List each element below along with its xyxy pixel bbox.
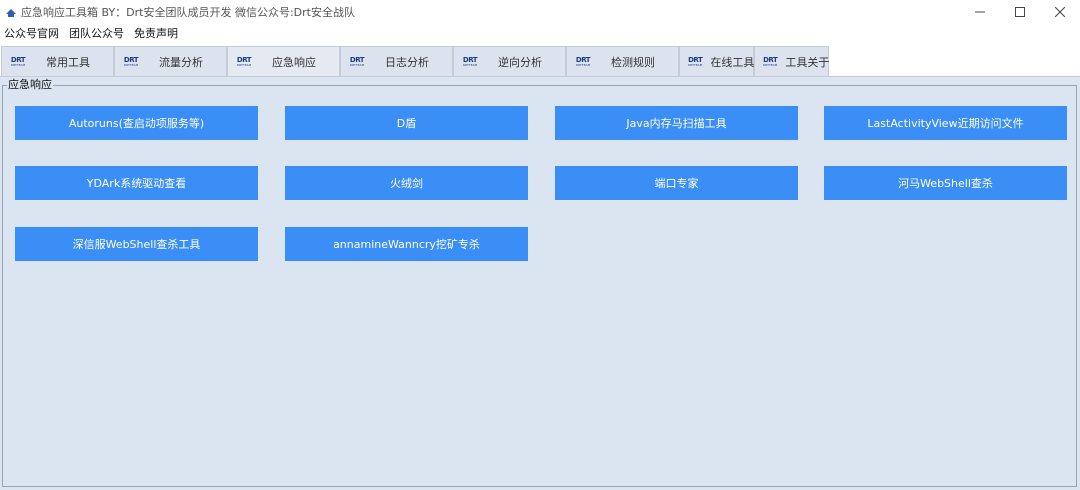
hema-webshell-button[interactable]: 河马WebShell查杀 [824,166,1067,200]
minimize-button[interactable] [960,0,1000,24]
tab-online-tools[interactable]: DRT DRTTEAM 在线工具 [679,46,754,76]
drt-logo-icon: DRT DRTTEAM [236,55,252,67]
tab-label: 检测规则 [611,55,655,69]
tab-label: 日志分析 [385,55,429,69]
drt-logo-icon: DRT DRTTEAM [10,55,26,67]
maximize-icon [1015,7,1025,17]
close-button[interactable] [1040,0,1080,24]
incident-response-group: 应急响应 Autoruns(查启动项服务等) D盾 Java内存马扫描工具 La… [2,79,1077,487]
java-memshell-scanner-button[interactable]: Java内存马扫描工具 [555,106,798,140]
close-icon [1055,7,1065,17]
lastactivityview-button[interactable]: LastActivityView近期访问文件 [824,106,1067,140]
tab-common-tools[interactable]: DRT DRTTEAM 常用工具 [1,46,114,76]
drt-logo-icon: DRT DRTTEAM [123,55,139,67]
menu-official-site[interactable]: 公众号官网 [4,25,59,41]
window-title: 应急响应工具箱 BY：Drt安全团队成员开发 微信公众号:Drt安全战队 [21,6,355,19]
sangfor-webshell-button[interactable]: 深信服WebShell查杀工具 [15,227,258,261]
menu-bar: 公众号官网 团队公众号 免责声明 [0,24,1080,42]
menu-disclaimer[interactable]: 免责声明 [134,25,178,41]
tab-label: 应急响应 [272,55,316,69]
drt-logo-icon: DRT DRTTEAM [575,55,591,67]
annamine-wannacry-button[interactable]: annamineWanncry挖矿专杀 [285,227,528,261]
app-icon [5,6,17,18]
tab-detection-rules[interactable]: DRT DRTTEAM 检测规则 [566,46,679,76]
tab-about-tools[interactable]: DRT DRTTEAM 工具关于 [754,46,829,76]
drt-logo-icon: DRT DRTTEAM [688,55,703,67]
autoruns-button[interactable]: Autoruns(查启动项服务等) [15,106,258,140]
maximize-button[interactable] [1000,0,1040,24]
tab-incident-response[interactable]: DRT DRTTEAM 应急响应 [227,46,340,76]
tab-traffic-analysis[interactable]: DRT DRTTEAM 流量分析 [114,46,227,76]
drt-logo-icon: DRT DRTTEAM [763,55,778,67]
tab-strip: DRT DRTTEAM 常用工具 DRT DRTTEAM 流量分析 DRT DRTTE… [0,44,1080,76]
ydark-button[interactable]: YDArk系统驱动查看 [15,166,258,200]
huorong-sword-button[interactable]: 火绒剑 [285,166,528,200]
window-controls [960,0,1080,24]
tab-reverse-analysis[interactable]: DRT DRTTEAM 逆向分析 [453,46,566,76]
tab-label: 逆向分析 [498,55,542,69]
tab-label: 流量分析 [159,55,203,69]
tab-label: 在线工具 [710,55,755,69]
tab-log-analysis[interactable]: DRT DRTTEAM 日志分析 [340,46,453,76]
tab-label: 工具关于 [785,55,830,69]
minimize-icon [975,11,985,13]
title-bar: 应急响应工具箱 BY：Drt安全团队成员开发 微信公众号:Drt安全战队 [0,0,1080,24]
d-shield-button[interactable]: D盾 [285,106,528,140]
group-title: 应急响应 [7,78,53,91]
drt-logo-icon: DRT DRTTEAM [349,55,365,67]
tab-label: 常用工具 [46,55,90,69]
drt-logo-icon: DRT DRTTEAM [462,55,478,67]
port-expert-button[interactable]: 端口专家 [555,166,798,200]
tab-content-panel: 应急响应 Autoruns(查启动项服务等) D盾 Java内存马扫描工具 La… [0,76,1080,490]
menu-team-account[interactable]: 团队公众号 [69,25,124,41]
